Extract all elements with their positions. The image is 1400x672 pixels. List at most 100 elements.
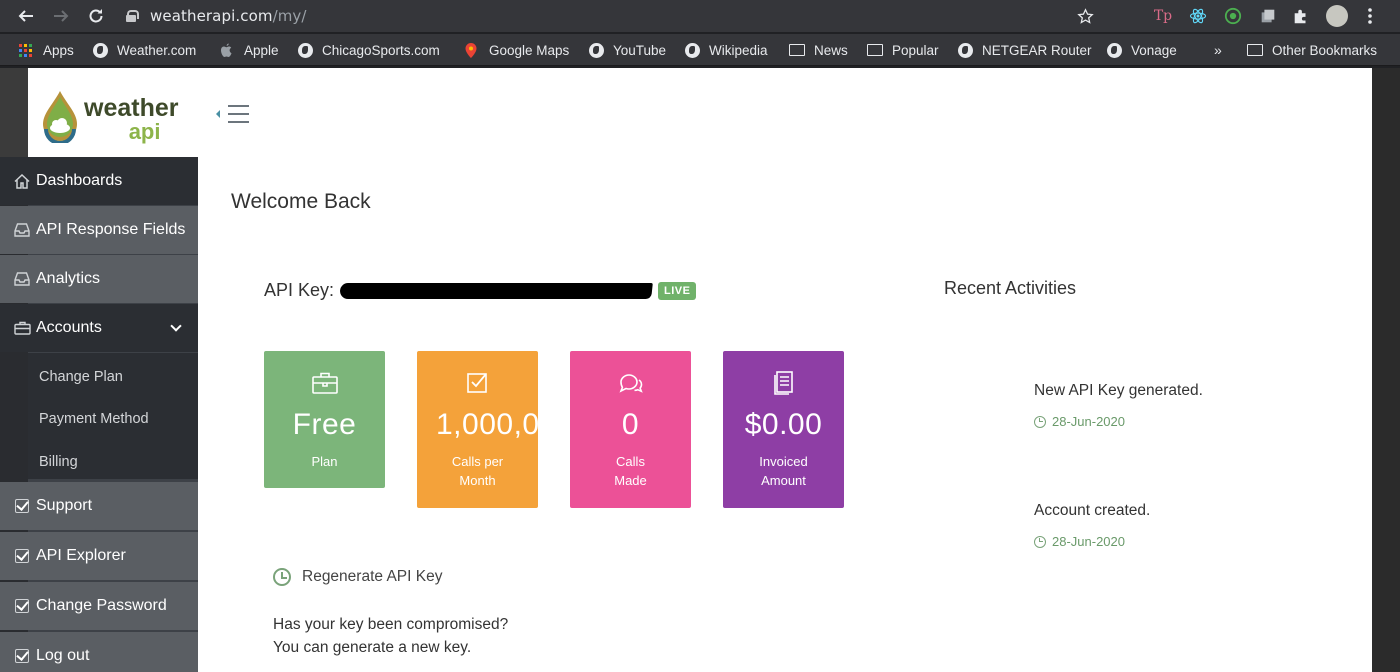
chevron-down-icon (170, 320, 182, 332)
card-plan-value: Free (292, 408, 357, 441)
bookmarks-overflow-button[interactable]: » (1214, 34, 1222, 66)
sidebar-item-analytics[interactable]: Analytics (0, 255, 198, 303)
bookmark-other-bookmarks[interactable]: Other Bookmarks (1247, 34, 1377, 66)
inbox-icon (13, 221, 31, 239)
sidebar: Dashboards API Response Fields Analytics… (0, 157, 198, 672)
bookmarks-bar: Apps Weather.com Apple ChicagoSports.com… (0, 34, 1400, 66)
extension-stack-icon[interactable] (1256, 4, 1280, 28)
more-menu-icon[interactable] (1358, 4, 1382, 28)
profile-avatar[interactable] (1325, 4, 1349, 28)
compromised-text: Has your key been compromised? You can g… (273, 616, 509, 656)
reload-icon[interactable] (84, 4, 108, 28)
inbox-icon (13, 270, 31, 288)
card-calls-made-value: 0 (621, 408, 640, 441)
back-icon[interactable] (14, 4, 38, 28)
globe-icon (958, 42, 973, 58)
sidebar-item-dashboards[interactable]: Dashboards (0, 157, 198, 205)
card-calls-per-month: 1,000,000 Calls per Month (417, 351, 538, 508)
checkbox-icon (13, 497, 31, 515)
activity-text: Account created. (1034, 502, 1151, 519)
folder-icon (867, 44, 883, 56)
extension-tp-icon[interactable]: Tp (1151, 4, 1175, 28)
card-plan: Free Plan (264, 351, 385, 488)
globe-icon (589, 42, 604, 58)
clock-icon (1034, 415, 1046, 428)
sidebar-item-change-password[interactable]: Change Password (0, 582, 198, 630)
globe-icon (93, 42, 108, 58)
globe-icon (298, 42, 313, 58)
star-icon[interactable] (1073, 4, 1097, 28)
logo[interactable]: weather api (28, 68, 198, 157)
bookmark-youtube[interactable]: YouTube (589, 34, 666, 66)
card-invoiced-label-1: Invoiced (759, 454, 808, 469)
sidebar-item-support[interactable]: Support (0, 482, 198, 530)
card-plan-label: Plan (311, 454, 338, 469)
bookmark-folder-popular[interactable]: Popular (867, 34, 939, 66)
card-calls-made-label-2: Made (614, 473, 647, 488)
clock-icon (1034, 535, 1046, 548)
activity-date: 28-Jun-2020 (1034, 534, 1150, 549)
browser-toolbar: weatherapi.com/my/ Tp (0, 0, 1400, 32)
forward-icon[interactable] (49, 4, 73, 28)
folder-icon (789, 44, 805, 56)
api-key-row: API Key: LIVE (264, 280, 697, 301)
status-badge: LIVE (658, 281, 697, 300)
bookmark-chicagosports[interactable]: ChicagoSports.com (298, 34, 440, 66)
card-calls-label-1: Calls per (451, 454, 504, 469)
bookmark-netgear[interactable]: NETGEAR Router (958, 34, 1092, 66)
bookmark-vonage[interactable]: Vonage (1107, 34, 1177, 66)
url-host: weatherapi.com (150, 7, 273, 25)
regenerate-api-key-link[interactable]: Regenerate API Key (273, 568, 442, 586)
logo-drop-icon (43, 91, 77, 143)
document-icon (774, 371, 793, 395)
checkbox-icon (467, 373, 487, 393)
checkbox-icon (13, 547, 31, 565)
activity-text: New API Key generated. (1034, 382, 1203, 399)
globe-icon (685, 42, 700, 58)
page-right-edge (1372, 68, 1400, 672)
page-title: Welcome Back (231, 190, 371, 213)
api-key-label: API Key: (264, 280, 335, 300)
bookmark-folder-news[interactable]: News (789, 34, 848, 66)
collapse-arrow-icon (216, 110, 220, 118)
address-bar[interactable]: weatherapi.com/my/ (126, 4, 307, 28)
sidebar-subitem-payment-method[interactable]: Payment Method (39, 411, 149, 427)
react-devtools-icon[interactable] (1186, 4, 1210, 28)
bookmark-apple[interactable]: Apple (220, 34, 279, 66)
bookmark-weather[interactable]: Weather.com (93, 34, 196, 66)
checkbox-icon (13, 597, 31, 615)
extension-circle-icon[interactable] (1221, 4, 1245, 28)
url-path: /my/ (272, 7, 307, 25)
clock-icon (273, 568, 291, 586)
page-viewport: weather api Dashboards API Response Fiel… (0, 68, 1400, 672)
apple-icon (220, 43, 235, 58)
checkbox-icon (13, 647, 31, 665)
logo-text: weather api (84, 94, 179, 144)
recent-activities-title: Recent Activities (944, 278, 1077, 298)
activity-date: 28-Jun-2020 (1034, 414, 1203, 429)
sidebar-subitem-change-plan[interactable]: Change Plan (39, 369, 123, 385)
sidebar-item-accounts[interactable]: Accounts (0, 304, 198, 352)
bookmark-apps[interactable]: Apps (19, 34, 74, 66)
sidebar-item-api-response-fields[interactable]: API Response Fields (0, 206, 198, 254)
card-invoiced-value: $0.00 (744, 408, 823, 441)
sidebar-item-log-out[interactable]: Log out (0, 632, 198, 672)
google-maps-icon (465, 42, 480, 58)
bookmark-wikipedia[interactable]: Wikipedia (685, 34, 768, 66)
card-calls-made: 0 Calls Made (570, 351, 691, 508)
bookmark-google-maps[interactable]: Google Maps (465, 34, 569, 66)
sidebar-toggle-button[interactable] (216, 104, 250, 124)
home-icon (13, 172, 31, 190)
activity-item: New API Key generated. 28-Jun-2020 (1034, 382, 1203, 429)
extensions-puzzle-icon[interactable] (1289, 4, 1313, 28)
api-key-redacted (339, 282, 653, 299)
activity-item: Account created. 28-Jun-2020 (1034, 502, 1150, 549)
content-panel (28, 68, 1372, 644)
card-calls-made-label-1: Calls (616, 454, 645, 469)
lock-icon (126, 10, 139, 22)
globe-icon (1107, 42, 1122, 58)
sidebar-item-api-explorer[interactable]: API Explorer (0, 532, 198, 580)
sidebar-subitem-billing[interactable]: Billing (39, 454, 78, 470)
card-calls-label-2: Month (459, 473, 496, 488)
briefcase-icon (312, 372, 338, 394)
